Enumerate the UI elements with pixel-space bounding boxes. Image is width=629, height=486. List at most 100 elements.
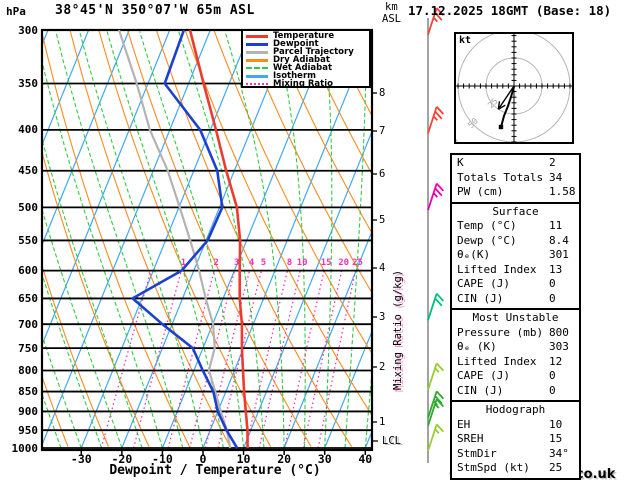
panel-row: CIN (J) 0 — [452, 292, 579, 307]
panel-row-label: EH — [457, 417, 471, 431]
pressure-tick-label: 500 — [18, 200, 38, 214]
dry-adiabat-line — [242, 30, 372, 294]
pressure-tick-label: 450 — [18, 164, 38, 178]
panel-row: θₑ(K) 301 — [452, 248, 579, 263]
panel-row-value: 25 — [549, 461, 563, 474]
panel-row: StmSpd (kt) 25 — [452, 461, 579, 476]
mixing-ratio-line — [167, 270, 215, 449]
legend-parcel-trajectory-swatch — [246, 50, 268, 54]
wind-barb — [427, 362, 445, 391]
indices-panel: K 2 Totals Totals 34 PW (cm) 1.58 Surface Temp … — [450, 153, 581, 480]
pressure-tick-label: 850 — [18, 385, 38, 399]
mixing-ratio-value-label: 25 — [352, 258, 363, 268]
legend-item-label: Mixing Ratio — [273, 79, 333, 89]
panel-row-value: 11 — [549, 219, 563, 232]
wind-barb — [427, 423, 445, 452]
panel-row: CAPE (J) 0 — [452, 369, 579, 384]
panel-row: Totals Totals 34 — [452, 171, 579, 186]
dry-adiabat-line — [127, 30, 312, 447]
mixing-ratio-value-label: 10 — [296, 258, 308, 268]
pressure-tick-label: 600 — [18, 264, 38, 278]
panel-row-value: 15 — [549, 432, 563, 445]
panel-row-value: 0 — [549, 277, 556, 290]
skewt-sounding-view: 25 50 75 hPa 38°45'N 350°07'W 65m ASL km A… — [0, 0, 629, 486]
panel-row-label: StmDir — [457, 446, 497, 460]
panel-section: K 2 Totals Totals 34 PW (cm) 1.58 — [452, 155, 579, 202]
panel-section-header: Hodograph — [485, 403, 546, 416]
pressure-tick-label: 400 — [18, 123, 38, 137]
panel-row: StmDir 34° — [452, 447, 579, 462]
legend-temperature-swatch — [246, 34, 268, 38]
panel-row-label: Totals Totals — [457, 170, 544, 184]
station-title: 38°45'N 350°07'W 65m ASL — [55, 3, 255, 18]
panel-row-label: CIN (J) — [457, 383, 504, 397]
legend-mixing-ratio-swatch — [246, 83, 268, 85]
altitude-axis-unit-asl: ASL — [382, 13, 401, 25]
altitude-axis-unit-km: km — [385, 1, 398, 13]
panel-section: Hodograph EH 10 SREH 15 StmDir 34° StmSpd (kt) 2… — [452, 400, 579, 478]
panel-row-label: Dewp (°C) — [457, 233, 517, 247]
mixing-ratio-axis-label: Mixing Ratio (g/kg) — [392, 269, 404, 390]
mixing-ratio-value-label: 2 — [213, 258, 219, 268]
panel-row: Lifted Index 13 — [452, 263, 579, 278]
legend-dry-adiabat-swatch — [246, 58, 268, 62]
mixing-ratio-line — [258, 270, 301, 449]
altitude-tick-label: 4 — [379, 262, 386, 274]
altitude-tick-label: 7 — [379, 125, 386, 137]
panel-row: Temp (°C) 11 — [452, 219, 579, 234]
panel-row-value: 13 — [549, 262, 563, 276]
panel-row-value: 34° — [549, 446, 569, 460]
altitude-tick-label: 3 — [379, 311, 386, 323]
wind-barb — [427, 292, 445, 321]
pressure-tick-label: 550 — [18, 233, 38, 247]
panel-row: Lifted Index 12 — [452, 355, 579, 370]
panel-row: SREH 15 — [452, 432, 579, 447]
panel-row-label: θₑ(K) — [457, 248, 491, 261]
panel-row-value: 10 — [549, 417, 563, 431]
dry-adiabat-line — [155, 30, 353, 447]
mixing-ratio-line — [100, 270, 152, 449]
panel-section: Most Unstable Pressure (mb) 800 θₑ (K) 303 Li… — [452, 308, 579, 400]
panel-section-header: Surface — [492, 204, 539, 218]
wind-barb — [427, 106, 445, 134]
pressure-tick-label: 350 — [18, 77, 38, 91]
panel-row: θₑ (K) 303 — [452, 340, 579, 355]
legend-item: Mixing Ratio — [246, 80, 369, 88]
panel-row: CIN (J) 0 — [452, 384, 579, 399]
panel-row-label: θₑ (K) — [457, 340, 497, 353]
legend-isotherm-swatch — [246, 74, 268, 78]
pressure-tick-label: 650 — [18, 291, 38, 305]
hodograph-trace-start-marker — [498, 124, 504, 130]
lcl-marker-label: LCL — [382, 435, 401, 447]
pressure-tick-label: 800 — [18, 364, 38, 378]
panel-row-value: 301 — [549, 248, 569, 261]
panel-row-value: 303 — [549, 340, 569, 353]
panel-row-label: SREH — [457, 432, 484, 445]
altitude-tick-label: 6 — [379, 168, 386, 180]
altitude-tick-label: 5 — [379, 214, 386, 226]
panel-row-value: 34 — [549, 170, 563, 184]
panel-row-label: K — [457, 156, 464, 169]
panel-row-label: Pressure (mb) — [457, 325, 544, 339]
mixing-ratio-line — [317, 270, 357, 449]
panel-section-header: Most Unstable — [472, 311, 559, 324]
panel-row-value: 2 — [549, 156, 556, 169]
altitude-tick-label: 8 — [379, 87, 386, 99]
pressure-tick-label: 700 — [18, 317, 38, 331]
panel-row-value: 1.58 — [549, 185, 576, 198]
temperature-tick-label: 40 — [358, 452, 373, 466]
legend-box: Temperature Dewpoint Parcel Trajectory Dry … — [241, 29, 371, 88]
panel-row-value: 0 — [549, 369, 556, 382]
panel-row-label: StmSpd (kt) — [457, 461, 530, 474]
panel-row: Pressure (mb) 800 — [452, 326, 579, 341]
pressure-tick-label: 950 — [18, 423, 38, 437]
datetime-title: 17.12.2025 18GMT (Base: 18) — [408, 3, 612, 18]
panel-row: PW (cm) 1.58 — [452, 185, 579, 200]
temperature-axis-label: Dewpoint / Temperature (°C) — [109, 463, 321, 478]
pressure-tick-label: 1000 — [11, 441, 39, 455]
panel-row: EH 10 — [452, 418, 579, 433]
panel-row-label: Lifted Index — [457, 262, 537, 276]
panel-row-value: 800 — [549, 325, 569, 339]
pressure-tick-label: 300 — [18, 23, 38, 37]
panel-row-value: 0 — [549, 383, 556, 397]
